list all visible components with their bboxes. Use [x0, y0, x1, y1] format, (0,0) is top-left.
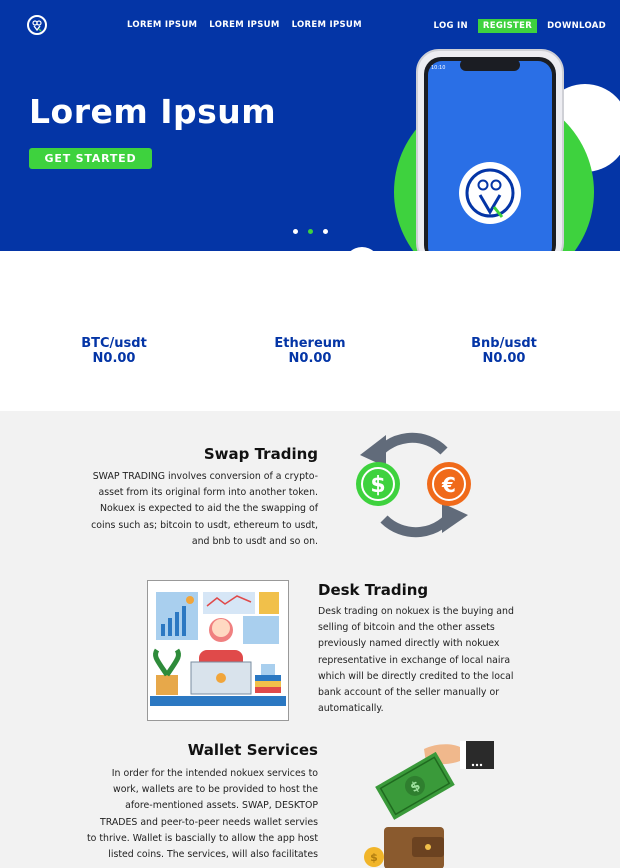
get-started-button[interactable]: GET STARTED [29, 148, 152, 169]
ticker-item-eth[interactable]: Ethereum N0.00 [240, 336, 380, 366]
nav-link-2[interactable]: LOREM IPSUM [209, 20, 279, 30]
text-line: to thrive. Wallet is bascially to allow … [86, 832, 318, 844]
text-line: asset from its original form into anothe… [98, 487, 318, 499]
text-line: automatically. [318, 703, 384, 715]
text-line: previously named directly with nokuex [318, 638, 500, 650]
carousel-dot-2[interactable] [308, 229, 313, 234]
svg-text:10:10: 10:10 [431, 65, 445, 71]
nav-link-1[interactable]: LOREM IPSUM [127, 20, 197, 30]
text-line: selling of bitcoin and the other assets [318, 622, 495, 634]
text-line: which will be directly credited to the l… [318, 670, 514, 682]
text-line: coins such as; bitcoin to usdt, ethereum… [91, 519, 318, 531]
ticker-item-bnb[interactable]: Bnb/usdt N0.00 [434, 336, 574, 366]
ticker-pair: Ethereum [274, 336, 346, 351]
desk-trading-description: Desk trading on nokuex is the buying and… [318, 604, 558, 717]
ticker-item-btc[interactable]: BTC/usdt N0.00 [44, 336, 184, 366]
main-nav: LOREM IPSUM LOREM IPSUM LOREM IPSUM [127, 20, 362, 30]
swap-trading-description: SWAP TRADING involves conversion of a cr… [40, 469, 318, 550]
text-line: work, wallets are to be provided to host… [113, 784, 318, 796]
hero-banner: 10:10 LOREM IPSUM LOREM IPSUM LOREM IPSU… [0, 0, 620, 251]
carousel-dots [293, 229, 328, 234]
text-line: representative in exchange of local nair… [318, 654, 511, 666]
register-button[interactable]: REGISTER [477, 19, 538, 33]
wallet-cash-icon: $ $ [364, 741, 494, 868]
login-link[interactable]: LOG IN [434, 21, 468, 31]
wallet-services-title: Wallet Services [187, 741, 318, 759]
text-line: In order for the intended nokuex service… [111, 768, 318, 779]
text-line: Nokuex is expected to aid the the swappi… [100, 503, 318, 515]
carousel-dot-3[interactable] [323, 229, 328, 234]
download-link[interactable]: DOWNLOAD [547, 21, 606, 31]
svg-text:€: € [441, 473, 456, 497]
text-line: Desk trading on nokuex is the buying and [318, 606, 514, 617]
nav-link-3[interactable]: LOREM IPSUM [292, 20, 362, 30]
ticker-price: N0.00 [482, 351, 526, 366]
currency-swap-icon: $ € [356, 432, 471, 538]
features-section: Swap Trading SWAP TRADING involves conve… [0, 411, 620, 868]
text-line: afore-mentioned assets. SWAP, DESKTOP [125, 800, 318, 812]
swap-trading-title: Swap Trading [203, 445, 318, 463]
text-line: TRADES and peer-to-peer needs wallet ser… [99, 816, 318, 828]
ticker-pair: BTC/usdt [81, 336, 147, 351]
desk-trading-title: Desk Trading [318, 581, 429, 599]
svg-text:$: $ [370, 473, 385, 498]
price-ticker: BTC/usdt N0.00 Ethereum N0.00 Bnb/usdt N… [0, 251, 620, 411]
text-line: bank account of the seller manually or [318, 687, 500, 699]
ticker-price: N0.00 [92, 351, 136, 366]
carousel-dot-1[interactable] [293, 229, 298, 234]
ticker-pair: Bnb/usdt [471, 336, 537, 351]
wallet-services-description: In order for the intended nokuex service… [40, 766, 318, 863]
owl-logo-icon[interactable] [27, 15, 47, 35]
desk-trader-illustration [147, 580, 289, 721]
account-nav: LOG IN REGISTER DOWNLOAD [434, 19, 606, 33]
text-line: SWAP TRADING involves conversion of a cr… [92, 471, 318, 482]
ticker-price: N0.00 [288, 351, 332, 366]
hero-title: Lorem Ipsum [29, 92, 277, 131]
text-line: listed coins. The services, will also fa… [108, 849, 318, 861]
text-line: and bnb to usdt and so on. [191, 535, 318, 547]
svg-text:$: $ [370, 851, 378, 864]
